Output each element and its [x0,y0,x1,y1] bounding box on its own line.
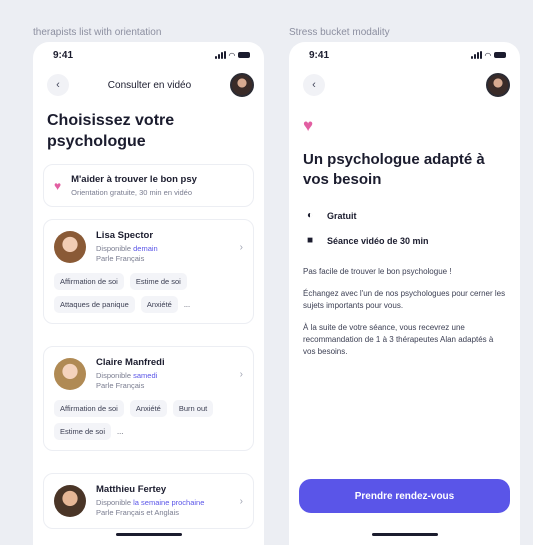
tag: Burn out [172,400,214,417]
nav-title: Consulter en vidéo [107,79,192,91]
tag-list: Affirmation de soi Anxiété Burn out Esti… [54,400,243,440]
status-icons: ◠ [214,50,250,60]
tag: Anxiété [129,400,167,417]
home-indicator [371,533,438,536]
therapist-languages: Parle Français [96,254,145,263]
therapist-card[interactable]: Lisa Spector Disponible demain Parle Fra… [43,219,254,324]
phone-therapist-list: 9:41 ◠ ‹ Consulter en vidéo Choisissez v… [33,42,264,545]
tag: Affirmation de soi [54,273,124,290]
back-button[interactable]: ‹ [47,74,69,96]
back-button[interactable]: ‹ [303,74,325,96]
home-indicator [115,533,182,536]
therapist-availability: Disponible la semaine prochaine [96,498,205,507]
nav-bar: ‹ Consulter en vidéo [33,68,264,102]
signal-icon [214,51,226,59]
tag: Estime de soi [129,273,187,290]
therapist-photo [54,485,86,517]
therapist-languages: Parle Français [96,381,145,390]
tag: Affirmation de soi [54,400,124,417]
video-icon: ■ [306,235,314,246]
chevron-right-icon: › [239,495,243,507]
therapist-name: Lisa Spector [96,230,154,241]
status-icons: ◠ [470,50,506,60]
chevron-left-icon: ‹ [312,79,316,91]
tag-list: Affirmation de soi Estime de soi Attaque… [54,273,243,313]
frame-label-right: Stress bucket modality [289,27,390,38]
avatar[interactable] [230,73,254,97]
paragraph: À la suite de votre séance, vous recevre… [303,323,494,356]
status-bar: 9:41 ◠ [33,42,264,68]
therapist-card[interactable]: Claire Manfredi Disponible samedi Parle … [43,346,254,451]
help-card-subtitle: Orientation gratuite, 30 min en vidéo [71,188,193,197]
heart-icon: ♥ [54,178,62,193]
status-time: 9:41 [309,49,330,61]
paragraph: Pas facile de trouver le bon psychologue… [303,267,452,276]
therapist-languages: Parle Français et Anglais [96,508,179,517]
heart-icon: ♥ [303,116,314,135]
tag: Attaques de panique [54,296,135,313]
therapist-name: Matthieu Fertey [96,484,167,495]
nav-bar: ‹ [289,68,520,102]
tag: Estime de soi [54,423,112,440]
chevron-right-icon: › [239,368,243,380]
battery-icon [238,52,250,58]
wifi-icon: ◠ [484,50,491,60]
therapist-availability: Disponible demain [96,244,158,253]
tag-more: ... [117,427,124,436]
tag-more: ... [183,300,191,309]
tag: Anxiété [140,296,178,313]
chevron-left-icon: ‹ [56,79,60,91]
therapist-photo [54,231,86,263]
help-card-title: M'aider à trouver le bon psy [71,174,197,185]
page-title: Un psychologue adapté à vos besoin [303,151,485,188]
help-find-psy-card[interactable]: ♥ M'aider à trouver le bon psy Orientati… [43,164,254,207]
phone-stress-bucket: 9:41 ◠ ‹ ♥ Un psychologue adapté à vos b… [289,42,520,545]
feature-label: Séance vidéo de 30 min [327,235,429,246]
feature-label: Gratuit [327,210,357,221]
feature-video: ■ Séance vidéo de 30 min [289,235,520,246]
wifi-icon: ◠ [228,50,235,60]
therapist-availability: Disponible samedi [96,371,158,380]
chevron-right-icon: › [239,241,243,253]
battery-icon [494,52,506,58]
therapist-name: Claire Manfredi [96,357,165,368]
page-title: Choisissez votre psychologue [47,112,175,150]
status-bar: 9:41 ◠ [289,42,520,68]
feature-free: ◐ Gratuit [289,210,520,221]
status-time: 9:41 [53,49,74,61]
therapist-photo [54,358,86,390]
coin-icon: ◐ [306,210,314,221]
signal-icon [470,51,482,59]
book-appointment-button[interactable]: Prendre rendez-vous [299,479,510,513]
therapist-card[interactable]: Matthieu Fertey Disponible la semaine pr… [43,473,254,529]
frame-label-left: therapists list with orientation [33,27,162,38]
paragraph: Échangez avec l'un de nos psychologues p… [303,289,506,310]
avatar[interactable] [486,73,510,97]
